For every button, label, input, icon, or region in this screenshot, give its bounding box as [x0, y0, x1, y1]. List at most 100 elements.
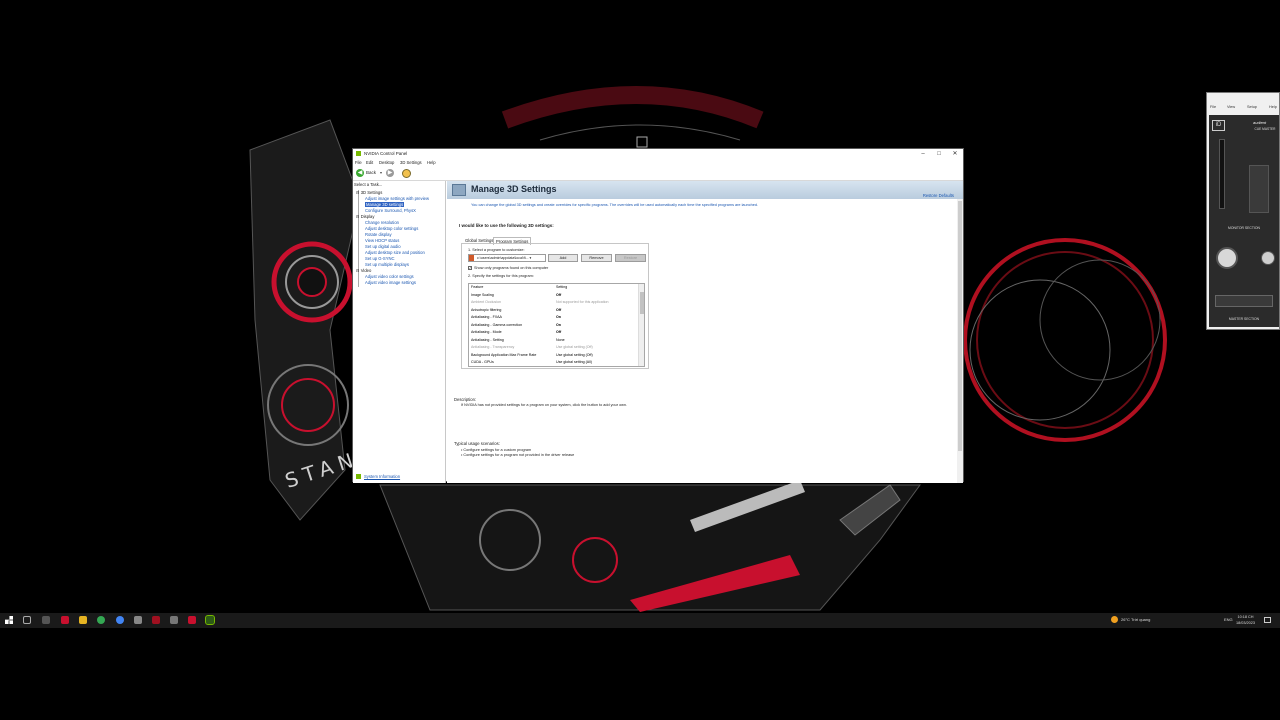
- grid-setting[interactable]: Off: [556, 329, 561, 337]
- task-set-up-digital-audio[interactable]: Set up digital audio: [365, 244, 401, 249]
- menu-edit[interactable]: Edit: [366, 160, 373, 165]
- notification-icon[interactable]: [1264, 617, 1271, 623]
- minimize-button[interactable]: –: [915, 150, 931, 158]
- back-history-dropdown-icon[interactable]: ▾: [380, 170, 382, 175]
- taskbar-app-icon[interactable]: [188, 616, 196, 624]
- clock[interactable]: 10:18 CH 18/03/2023: [1236, 614, 1255, 626]
- task-set-up-g-sync[interactable]: Set up G-SYNC: [365, 256, 395, 261]
- grid-setting[interactable]: On: [556, 322, 561, 330]
- table-row[interactable]: Antialiasing - Gamma correction On: [469, 322, 639, 330]
- restore-defaults-link[interactable]: Restore Defaults: [923, 193, 954, 198]
- grid-feature: Background Application Max Frame Rate: [471, 352, 537, 357]
- remove-button[interactable]: Remove: [581, 254, 612, 262]
- task-set-up-multiple-displays[interactable]: Set up multiple displays: [365, 262, 409, 267]
- task-adjust-desktop-color[interactable]: Adjust desktop color settings: [365, 226, 418, 231]
- taskbar-app-icon[interactable]: [42, 616, 50, 624]
- table-row[interactable]: Antialiasing - Setting None: [469, 337, 639, 345]
- step1-label: 1. Select a program to customize:: [468, 248, 525, 252]
- taskbar-app-icon[interactable]: [134, 616, 142, 624]
- menu-desktop[interactable]: Desktop: [379, 160, 394, 165]
- maximize-button[interactable]: □: [931, 150, 947, 158]
- tree-category-display[interactable]: ⊟ Display: [356, 214, 374, 219]
- grid-setting[interactable]: Off: [556, 307, 561, 315]
- home-icon[interactable]: [402, 169, 411, 178]
- weather-text[interactable]: 26°C Trời quang: [1121, 617, 1150, 622]
- task-adjust-image-settings[interactable]: Adjust image settings with preview: [365, 196, 429, 201]
- audient-mixer-panel: iD audient CUE MASTER MONITOR SECTION MA…: [1209, 115, 1279, 327]
- table-row[interactable]: Anisotropic filtering Off: [469, 307, 639, 315]
- tree-category-3d-settings[interactable]: ⊟ 3D Settings: [356, 190, 382, 195]
- chrome-profile-icon[interactable]: [116, 616, 124, 624]
- task-pane-header: Select a Task...: [354, 182, 383, 187]
- file-explorer-icon[interactable]: [79, 616, 87, 624]
- restore-button[interactable]: Restore: [615, 254, 646, 262]
- grid-scroll-thumb[interactable]: [640, 292, 644, 314]
- task-view-hdcp-status[interactable]: View HDCP status: [365, 238, 399, 243]
- task-adjust-video-color[interactable]: Adjust video color settings: [365, 274, 414, 279]
- task-change-resolution[interactable]: Change resolution: [365, 220, 399, 225]
- content-scrollbar[interactable]: [957, 199, 963, 483]
- show-only-checkbox[interactable]: ✓: [468, 266, 472, 270]
- tree-category-video[interactable]: ⊟ Video: [356, 268, 371, 273]
- grid-setting[interactable]: Off: [556, 292, 561, 300]
- menu-file[interactable]: File: [355, 160, 362, 165]
- program-select[interactable]: c:\users\admin\appdata\local\fi... ▾: [468, 254, 546, 262]
- task-configure-surround-physx[interactable]: Configure Surround, PhysX: [365, 208, 416, 213]
- grid-setting[interactable]: Use global setting (Off): [556, 352, 593, 360]
- audient-menu-file[interactable]: File: [1210, 105, 1216, 109]
- back-arrow-icon[interactable]: ◀: [356, 169, 364, 177]
- content-header: Manage 3D Settings Restore Defaults: [447, 181, 963, 199]
- page-title: Manage 3D Settings: [471, 184, 557, 194]
- forward-arrow-icon[interactable]: ▶: [386, 169, 394, 177]
- audient-menu-view[interactable]: View: [1227, 105, 1235, 109]
- channel-buttons[interactable]: [1249, 165, 1269, 213]
- toolbar: ◀ Back ▾ ▶: [353, 166, 963, 181]
- table-row[interactable]: Ambient Occlusion Not supported for this…: [469, 299, 639, 307]
- taskbar-app-icon[interactable]: [61, 616, 69, 624]
- table-row[interactable]: Antialiasing - Mode Off: [469, 329, 639, 337]
- audient-menu-help[interactable]: Help: [1269, 105, 1277, 109]
- chrome-icon[interactable]: [97, 616, 105, 624]
- table-row[interactable]: Antialiasing - Transparency Use global s…: [469, 344, 639, 352]
- back-button[interactable]: Back: [366, 170, 376, 175]
- settings-icon[interactable]: [170, 616, 178, 624]
- task-view-icon[interactable]: [23, 616, 31, 624]
- grid-setting[interactable]: Use global setting (All): [556, 359, 592, 366]
- system-information-link[interactable]: System Information: [364, 474, 400, 479]
- nvidia-app-icon: [356, 151, 361, 156]
- language-indicator[interactable]: ENG: [1224, 617, 1233, 622]
- menu-help[interactable]: Help: [427, 160, 436, 165]
- weather-icon[interactable]: [1111, 616, 1118, 623]
- start-windows-icon[interactable]: [5, 616, 13, 624]
- audient-id-window: File View Setup Help iD audient CUE MAST…: [1206, 92, 1280, 330]
- grid-feature: Antialiasing - Setting: [471, 337, 504, 342]
- menu-3d-settings[interactable]: 3D Settings: [400, 160, 422, 165]
- grid-feature: Image Scaling: [471, 292, 494, 297]
- task-adjust-video-image[interactable]: Adjust video image settings: [365, 280, 416, 285]
- usage-item-1: • Configure settings for a custom progra…: [461, 448, 532, 452]
- grid-setting[interactable]: None: [556, 337, 565, 345]
- table-row[interactable]: CUDA - GPUs Use global setting (All): [469, 359, 639, 366]
- clock-date: 18/03/2023: [1236, 621, 1256, 625]
- table-row[interactable]: Image Scaling Off: [469, 292, 639, 300]
- grid-feature: CUDA - GPUs: [471, 360, 494, 364]
- desktop: STANDA NVIDIA Control Panel – □ ✕ File E…: [0, 0, 1280, 720]
- grid-setting: Use global setting (Off): [556, 345, 593, 349]
- nvidia-taskbar-icon[interactable]: [205, 615, 215, 625]
- headphone-knob[interactable]: [1261, 251, 1275, 265]
- task-rotate-display[interactable]: Rotate display: [365, 232, 392, 237]
- table-row[interactable]: Antialiasing - FXAA On: [469, 314, 639, 322]
- close-button[interactable]: ✕: [947, 150, 963, 158]
- master-buttons[interactable]: [1215, 295, 1273, 307]
- task-adjust-desktop-size[interactable]: Adjust desktop size and position: [365, 250, 425, 255]
- grid-scrollbar[interactable]: [638, 284, 644, 366]
- monitor-volume-knob[interactable]: [1216, 247, 1238, 269]
- grid-setting[interactable]: On: [556, 314, 561, 322]
- content-scroll-thumb[interactable]: [958, 201, 962, 451]
- table-row[interactable]: Background Application Max Frame Rate Us…: [469, 352, 639, 360]
- task-manage-3d-settings[interactable]: Manage 3D settings: [365, 202, 405, 207]
- audient-menu-setup[interactable]: Setup: [1247, 105, 1257, 109]
- taskbar-app-icon[interactable]: [152, 616, 160, 624]
- add-button[interactable]: Add: [548, 254, 578, 262]
- title-bar[interactable]: NVIDIA Control Panel – □ ✕: [353, 149, 963, 159]
